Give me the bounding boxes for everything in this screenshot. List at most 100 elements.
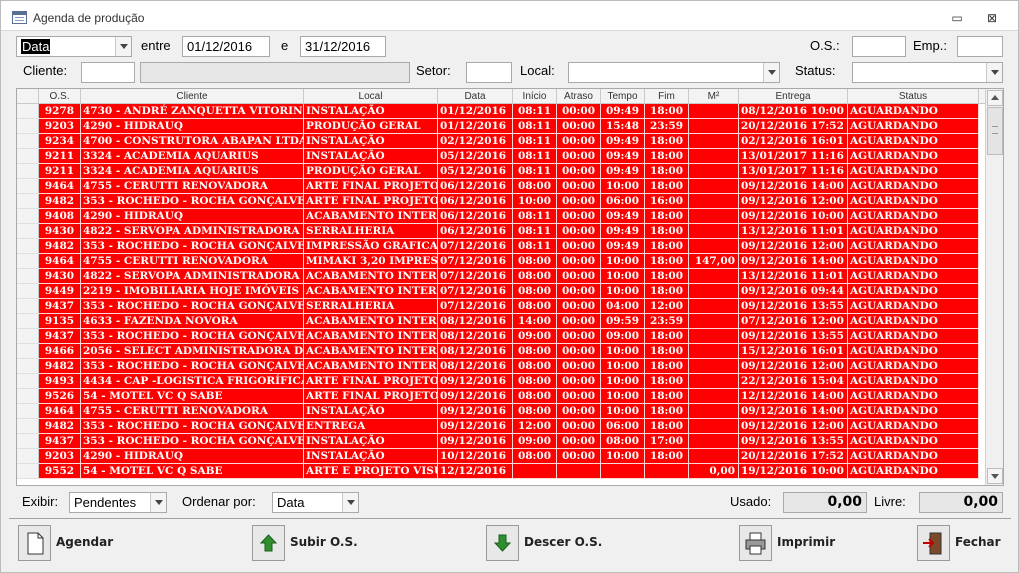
cell-m2[interactable] xyxy=(689,359,739,374)
cell-status[interactable]: AGUARDANDO xyxy=(848,404,979,419)
cell-inicio[interactable]: 08:11 xyxy=(513,149,557,164)
cell-entrega[interactable]: 09/12/2016 14:00 xyxy=(739,254,848,269)
table-row[interactable]: 9464 4755 - CERUTTI RENOVADORA MIMAKI 3,20… xyxy=(17,254,985,269)
cell-atraso[interactable]: 00:00 xyxy=(557,389,601,404)
row-selector[interactable] xyxy=(17,359,39,374)
cell-entrega[interactable]: 12/12/2016 14:00 xyxy=(739,389,848,404)
cell-os[interactable]: 9135 xyxy=(39,314,81,329)
cell-atraso[interactable]: 00:00 xyxy=(557,224,601,239)
cell-inicio[interactable]: 10:00 xyxy=(513,194,557,209)
cell-fim[interactable]: 18:00 xyxy=(645,359,689,374)
cell-tempo[interactable]: 10:00 xyxy=(601,449,645,464)
fechar-button[interactable]: Fechar xyxy=(917,523,1007,563)
table-row[interactable]: 9482 353 - ROCHEDO - ROCHA GONÇALVES S/EN… xyxy=(17,419,985,434)
cell-entrega[interactable]: 20/12/2016 17:52 xyxy=(739,119,848,134)
cell-os[interactable]: 9430 xyxy=(39,269,81,284)
start-date-input[interactable]: 01/12/2016 xyxy=(182,36,270,57)
table-row[interactable]: 94304822 - SERVOPA ADMINISTRADORA DE CAC… xyxy=(17,269,985,284)
cell-fim[interactable]: 18:00 xyxy=(645,149,689,164)
cell-fim[interactable]: 18:00 xyxy=(645,269,689,284)
cell-atraso[interactable]: 00:00 xyxy=(557,119,601,134)
cell-cliente[interactable]: 4290 - HIDRAUQ xyxy=(81,209,304,224)
row-selector[interactable] xyxy=(17,269,39,284)
cell-cliente[interactable]: 4730 - ANDRÉ ZANQUETTA VITORINO xyxy=(81,104,304,119)
cell-entrega[interactable]: 13/12/2016 11:01 xyxy=(739,269,848,284)
cell-fim[interactable]: 18:00 xyxy=(645,329,689,344)
cell-inicio[interactable]: 12:00 xyxy=(513,419,557,434)
cell-os[interactable]: 9211 xyxy=(39,149,81,164)
cell-os[interactable]: 9449 xyxy=(39,284,81,299)
cell-m2[interactable] xyxy=(689,449,739,464)
table-row[interactable]: 9526 54 - MOTEL VC Q SABE ARTE FINAL PROJE… xyxy=(17,389,985,404)
cell-atraso[interactable]: 00:00 xyxy=(557,329,601,344)
column-header-cliente[interactable]: Cliente xyxy=(81,89,304,104)
cell-m2[interactable] xyxy=(689,239,739,254)
cell-m2[interactable]: 147,00 xyxy=(689,254,739,269)
end-date-input[interactable]: 31/12/2016 xyxy=(300,36,386,57)
cell-fim[interactable]: 17:00 xyxy=(645,434,689,449)
cell-entrega[interactable]: 09/12/2016 12:00 xyxy=(739,359,848,374)
cell-data[interactable]: 06/12/2016 xyxy=(438,209,513,224)
cell-tempo[interactable]: 15:48 xyxy=(601,119,645,134)
cell-cliente[interactable]: 353 - ROCHEDO - ROCHA GONÇALVES S/ xyxy=(81,194,304,209)
emp-input[interactable] xyxy=(957,36,1003,57)
column-header-status[interactable]: Status xyxy=(848,89,979,104)
cell-inicio[interactable]: 09:00 xyxy=(513,329,557,344)
cell-local[interactable]: ACABAMENTO INTERNO xyxy=(304,284,438,299)
cell-data[interactable]: 07/12/2016 xyxy=(438,269,513,284)
cell-inicio[interactable]: 08:00 xyxy=(513,449,557,464)
cell-status[interactable]: AGUARDANDO xyxy=(848,179,979,194)
cell-tempo[interactable]: 10:00 xyxy=(601,269,645,284)
cell-m2[interactable] xyxy=(689,209,739,224)
cell-entrega[interactable]: 13/01/2017 11:16 xyxy=(739,149,848,164)
cell-fim[interactable]: 18:00 xyxy=(645,239,689,254)
cell-inicio[interactable]: 08:11 xyxy=(513,134,557,149)
cell-inicio[interactable]: 14:00 xyxy=(513,314,557,329)
cell-data[interactable]: 08/12/2016 xyxy=(438,329,513,344)
cell-entrega[interactable]: 02/12/2016 16:01 xyxy=(739,134,848,149)
cell-m2[interactable] xyxy=(689,434,739,449)
cell-cliente[interactable]: 3324 - ACADEMIA AQUARIUS xyxy=(81,164,304,179)
cell-tempo[interactable]: 04:00 xyxy=(601,299,645,314)
cell-fim[interactable]: 18:00 xyxy=(645,404,689,419)
cell-entrega[interactable]: 09/12/2016 10:00 xyxy=(739,209,848,224)
cell-tempo[interactable]: 09:49 xyxy=(601,164,645,179)
cell-local[interactable]: INSTALAÇÃO xyxy=(304,449,438,464)
cell-fim[interactable]: 18:00 xyxy=(645,209,689,224)
cell-local[interactable]: SERRALHERIA xyxy=(304,299,438,314)
cell-status[interactable]: AGUARDANDO xyxy=(848,359,979,374)
cell-atraso[interactable] xyxy=(557,464,601,479)
cell-atraso[interactable]: 00:00 xyxy=(557,149,601,164)
cell-data[interactable]: 01/12/2016 xyxy=(438,119,513,134)
scroll-up-icon[interactable] xyxy=(987,90,1003,106)
cell-fim[interactable] xyxy=(645,464,689,479)
row-selector[interactable] xyxy=(17,299,39,314)
cell-atraso[interactable]: 00:00 xyxy=(557,239,601,254)
table-row[interactable]: 9464 4755 - CERUTTI RENOVADORA ARTE FINAL … xyxy=(17,179,985,194)
cell-os[interactable]: 9464 xyxy=(39,404,81,419)
cell-os[interactable]: 9211 xyxy=(39,164,81,179)
ordenar-select[interactable]: Data xyxy=(272,492,359,513)
cell-data[interactable]: 12/12/2016 xyxy=(438,464,513,479)
cell-os[interactable]: 9482 xyxy=(39,419,81,434)
column-header-tempo[interactable]: Tempo xyxy=(601,89,645,104)
cell-os[interactable]: 9482 xyxy=(39,359,81,374)
cell-local[interactable]: ACABAMENTO INTERNO xyxy=(304,269,438,284)
cell-fim[interactable]: 18:00 xyxy=(645,254,689,269)
descer-os-button[interactable]: Descer O.S. xyxy=(486,523,616,563)
cell-entrega[interactable]: 08/12/2016 10:00 xyxy=(739,104,848,119)
cell-os[interactable]: 9430 xyxy=(39,224,81,239)
cell-tempo[interactable]: 10:00 xyxy=(601,374,645,389)
cell-entrega[interactable]: 09/12/2016 09:44 xyxy=(739,284,848,299)
row-selector[interactable] xyxy=(17,464,39,479)
cell-atraso[interactable]: 00:00 xyxy=(557,284,601,299)
cell-entrega[interactable]: 09/12/2016 12:00 xyxy=(739,194,848,209)
column-header-m2[interactable]: M² xyxy=(689,89,739,104)
cell-local[interactable]: MIMAKI 3,20 IMPRESSÃ xyxy=(304,254,438,269)
cell-atraso[interactable]: 00:00 xyxy=(557,359,601,374)
cell-data[interactable]: 02/12/2016 xyxy=(438,134,513,149)
row-selector[interactable] xyxy=(17,104,39,119)
cell-local[interactable]: ARTE FINAL PROJETOS xyxy=(304,374,438,389)
cell-entrega[interactable]: 09/12/2016 13:55 xyxy=(739,299,848,314)
cell-entrega[interactable]: 13/01/2017 11:16 xyxy=(739,164,848,179)
